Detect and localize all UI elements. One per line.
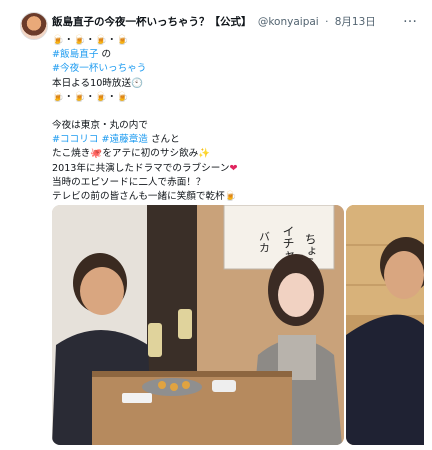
photo-illustration-second — [346, 205, 424, 445]
clock-icon: 🕙 — [131, 77, 144, 89]
beer-row-top: 🍺・🍺・🍺・🍺 — [52, 35, 129, 46]
sparkle-icon: ✨ — [198, 148, 211, 160]
tweet-body: 🍺・🍺・🍺・🍺 #飯島直子 の #今夜一杯いっちゃう 本日よる10時放送🕙 🍺・… — [52, 34, 422, 204]
hashtag-iijima[interactable]: #飯島直子 — [52, 49, 98, 60]
poster-text-3: バカ — [258, 231, 271, 253]
tweet-photo-main[interactable]: ちょうど イチャ バカ — [52, 205, 344, 445]
avatar[interactable] — [20, 12, 48, 40]
separator: · — [325, 16, 329, 28]
sashinomi-text: をアテに初のサシ飲み — [102, 148, 199, 160]
tv-text: テレビの前の皆さんも一緒に笑顔で乾杯 — [52, 190, 225, 202]
handle[interactable]: @konyaipai — [258, 16, 319, 28]
drama-text: 2013年に共演したドラマでのラブシーン — [52, 162, 230, 174]
display-name[interactable]: 飯島直子の今夜一杯いっちゃう？【公式】 — [52, 16, 252, 28]
mention-suffix: の — [98, 49, 112, 61]
beer-end-icon: 🍺 — [224, 190, 237, 202]
octopus-icon: 🐙 — [90, 148, 103, 160]
photo-illustration: ちょうど イチャ バカ — [52, 205, 344, 445]
airtime-text: 本日よる10時放送 — [52, 77, 132, 89]
more-options-icon[interactable]: … — [403, 10, 418, 26]
heart-icon: ❤ — [229, 162, 238, 174]
tweet-photo-second[interactable] — [346, 205, 424, 445]
tonight-line: 今夜は東京・丸の内で — [52, 119, 148, 131]
hashtag-endo[interactable]: #遠藤章造 — [101, 134, 147, 145]
san-to-text: さんと — [147, 134, 180, 146]
beer-row-bottom: 🍺・🍺・🍺・🍺 — [52, 91, 129, 103]
hashtag-cocorico[interactable]: #ココリコ — [52, 134, 98, 145]
takoyaki-text: たこ焼き — [52, 148, 91, 160]
hashtag-show[interactable]: #今夜一杯いっちゃう — [52, 63, 146, 74]
tweet-date[interactable]: 8月13日 — [335, 16, 376, 28]
tweet-header: 飯島直子の今夜一杯いっちゃう？【公式】 @konyaipai · 8月13日 — [52, 14, 376, 29]
episode-text: 当時のエピソードに二人で赤面！？ — [52, 176, 206, 188]
